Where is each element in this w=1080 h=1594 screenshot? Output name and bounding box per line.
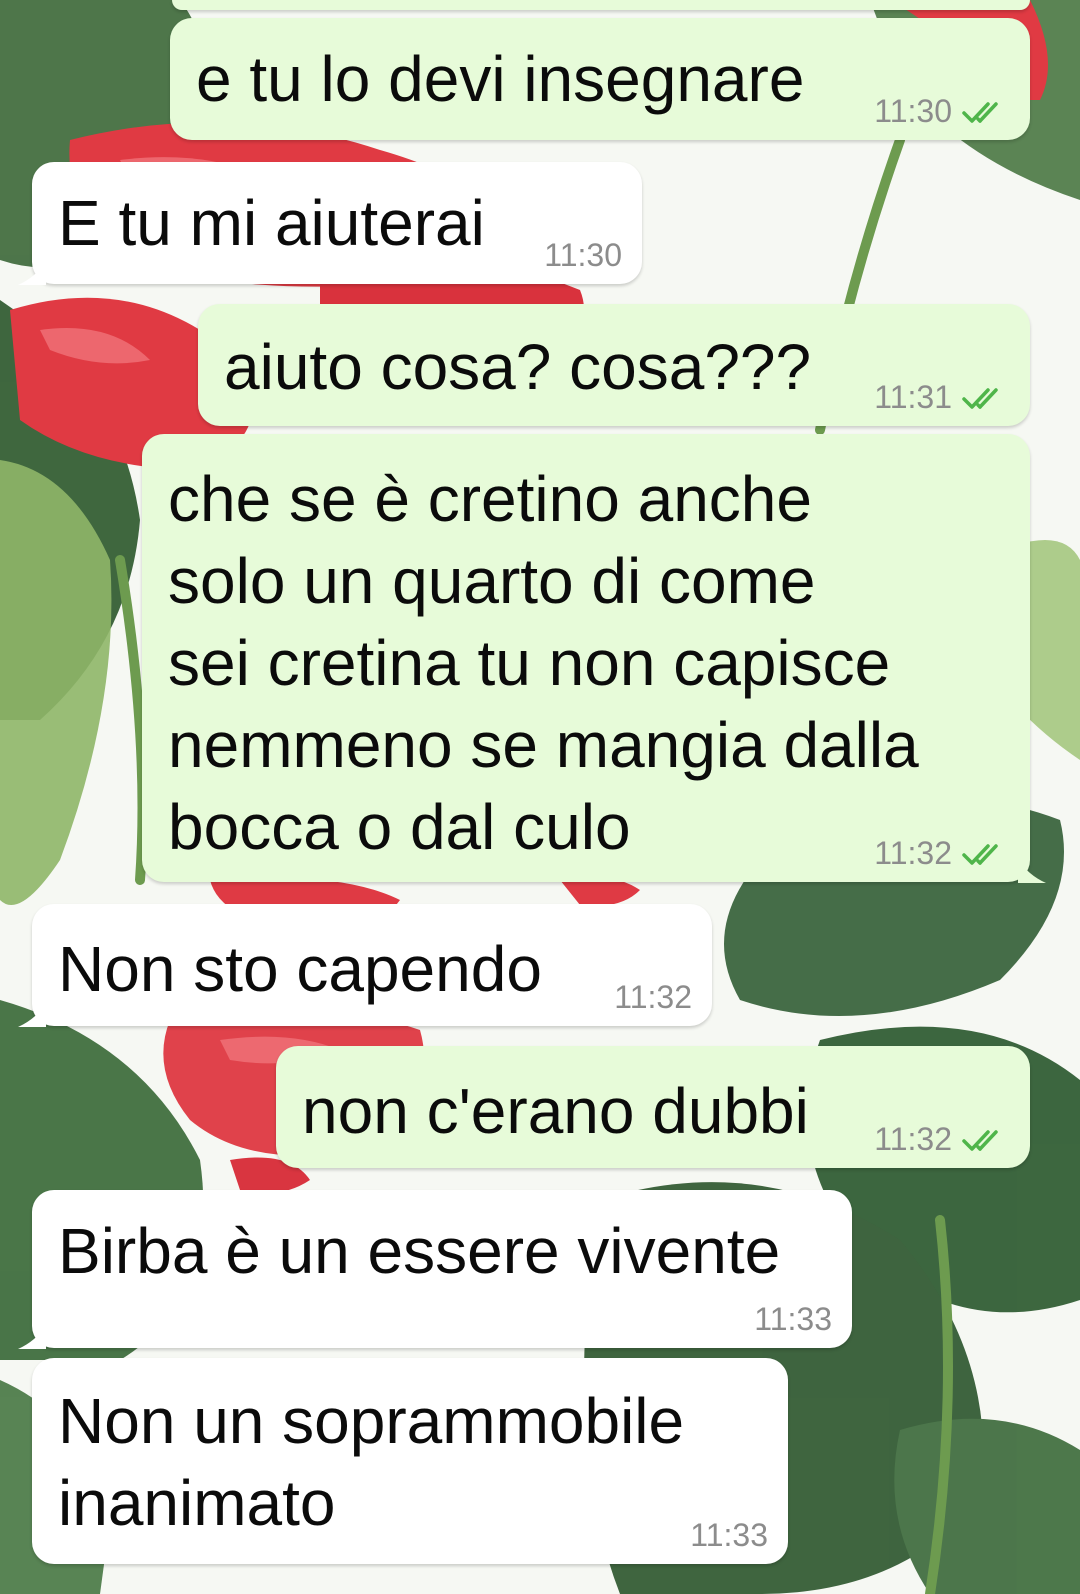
message-time: 11:32	[874, 1121, 952, 1157]
outgoing-message[interactable]: che se è cretino anche solo un quarto di…	[142, 434, 1046, 883]
message-text: Non sto capendo	[58, 933, 542, 1005]
read-ticks-icon	[962, 1128, 1010, 1152]
outgoing-message[interactable]: non c'erano dubbi 11:32	[276, 1046, 1030, 1168]
message-text-line: che se è cretino anche	[168, 463, 812, 535]
message-text-line: sei cretina tu non capisce	[168, 627, 891, 699]
incoming-message[interactable]: Birba è un essere vivente 11:33	[18, 1190, 852, 1349]
read-ticks-icon	[962, 386, 1010, 410]
message-meta: 11:33	[690, 1517, 768, 1554]
outgoing-message[interactable]: e tu lo devi insegnare 11:30	[170, 18, 1030, 140]
message-text-line: nemmeno se mangia dalla	[168, 709, 919, 781]
message-meta: 11:31	[874, 379, 1010, 416]
message-meta: 11:30	[544, 237, 622, 274]
message-time: 11:32	[874, 835, 952, 871]
message-time: 11:33	[690, 1517, 768, 1553]
chat-message-list[interactable]: e tu lo devi insegnare 11:30 E tu mi aiu…	[0, 0, 1080, 1594]
bubble-tail	[18, 1325, 46, 1349]
message-meta: 11:32	[614, 979, 692, 1016]
message-text: non c'erano dubbi	[302, 1075, 809, 1147]
message-text-line: bocca o dal culo	[168, 791, 631, 863]
message-text: aiuto cosa? cosa???	[224, 331, 812, 403]
message-text: Birba è un essere vivente	[58, 1215, 781, 1287]
message-time: 11:32	[614, 979, 692, 1015]
message-text-line: inanimato	[58, 1467, 336, 1539]
bubble-tail	[18, 1003, 46, 1027]
read-ticks-icon	[962, 842, 1010, 866]
partial-message-bubble	[172, 0, 1030, 10]
message-meta: 11:32	[874, 835, 1010, 872]
bubble-tail	[18, 261, 46, 285]
incoming-message[interactable]: Non sto capendo 11:32	[18, 904, 712, 1027]
message-time: 11:31	[874, 379, 952, 415]
message-meta: 11:30	[874, 93, 1010, 130]
message-time: 11:30	[874, 93, 952, 129]
incoming-message[interactable]: E tu mi aiuterai 11:30	[18, 162, 642, 285]
message-meta: 11:33	[754, 1301, 832, 1338]
message-text: E tu mi aiuterai	[58, 187, 485, 259]
message-time: 11:33	[754, 1301, 832, 1337]
incoming-message[interactable]: Non un soprammobile inanimato 11:33	[32, 1358, 788, 1564]
message-meta: 11:32	[874, 1121, 1010, 1158]
read-ticks-icon	[962, 100, 1010, 124]
message-text-line: Non un soprammobile	[58, 1385, 685, 1457]
message-time: 11:30	[544, 237, 622, 273]
bubble-tail	[1018, 859, 1046, 883]
outgoing-message[interactable]: aiuto cosa? cosa??? 11:31	[198, 304, 1030, 426]
message-text: e tu lo devi insegnare	[196, 43, 805, 115]
message-text-line: solo un quarto di come	[168, 545, 816, 617]
